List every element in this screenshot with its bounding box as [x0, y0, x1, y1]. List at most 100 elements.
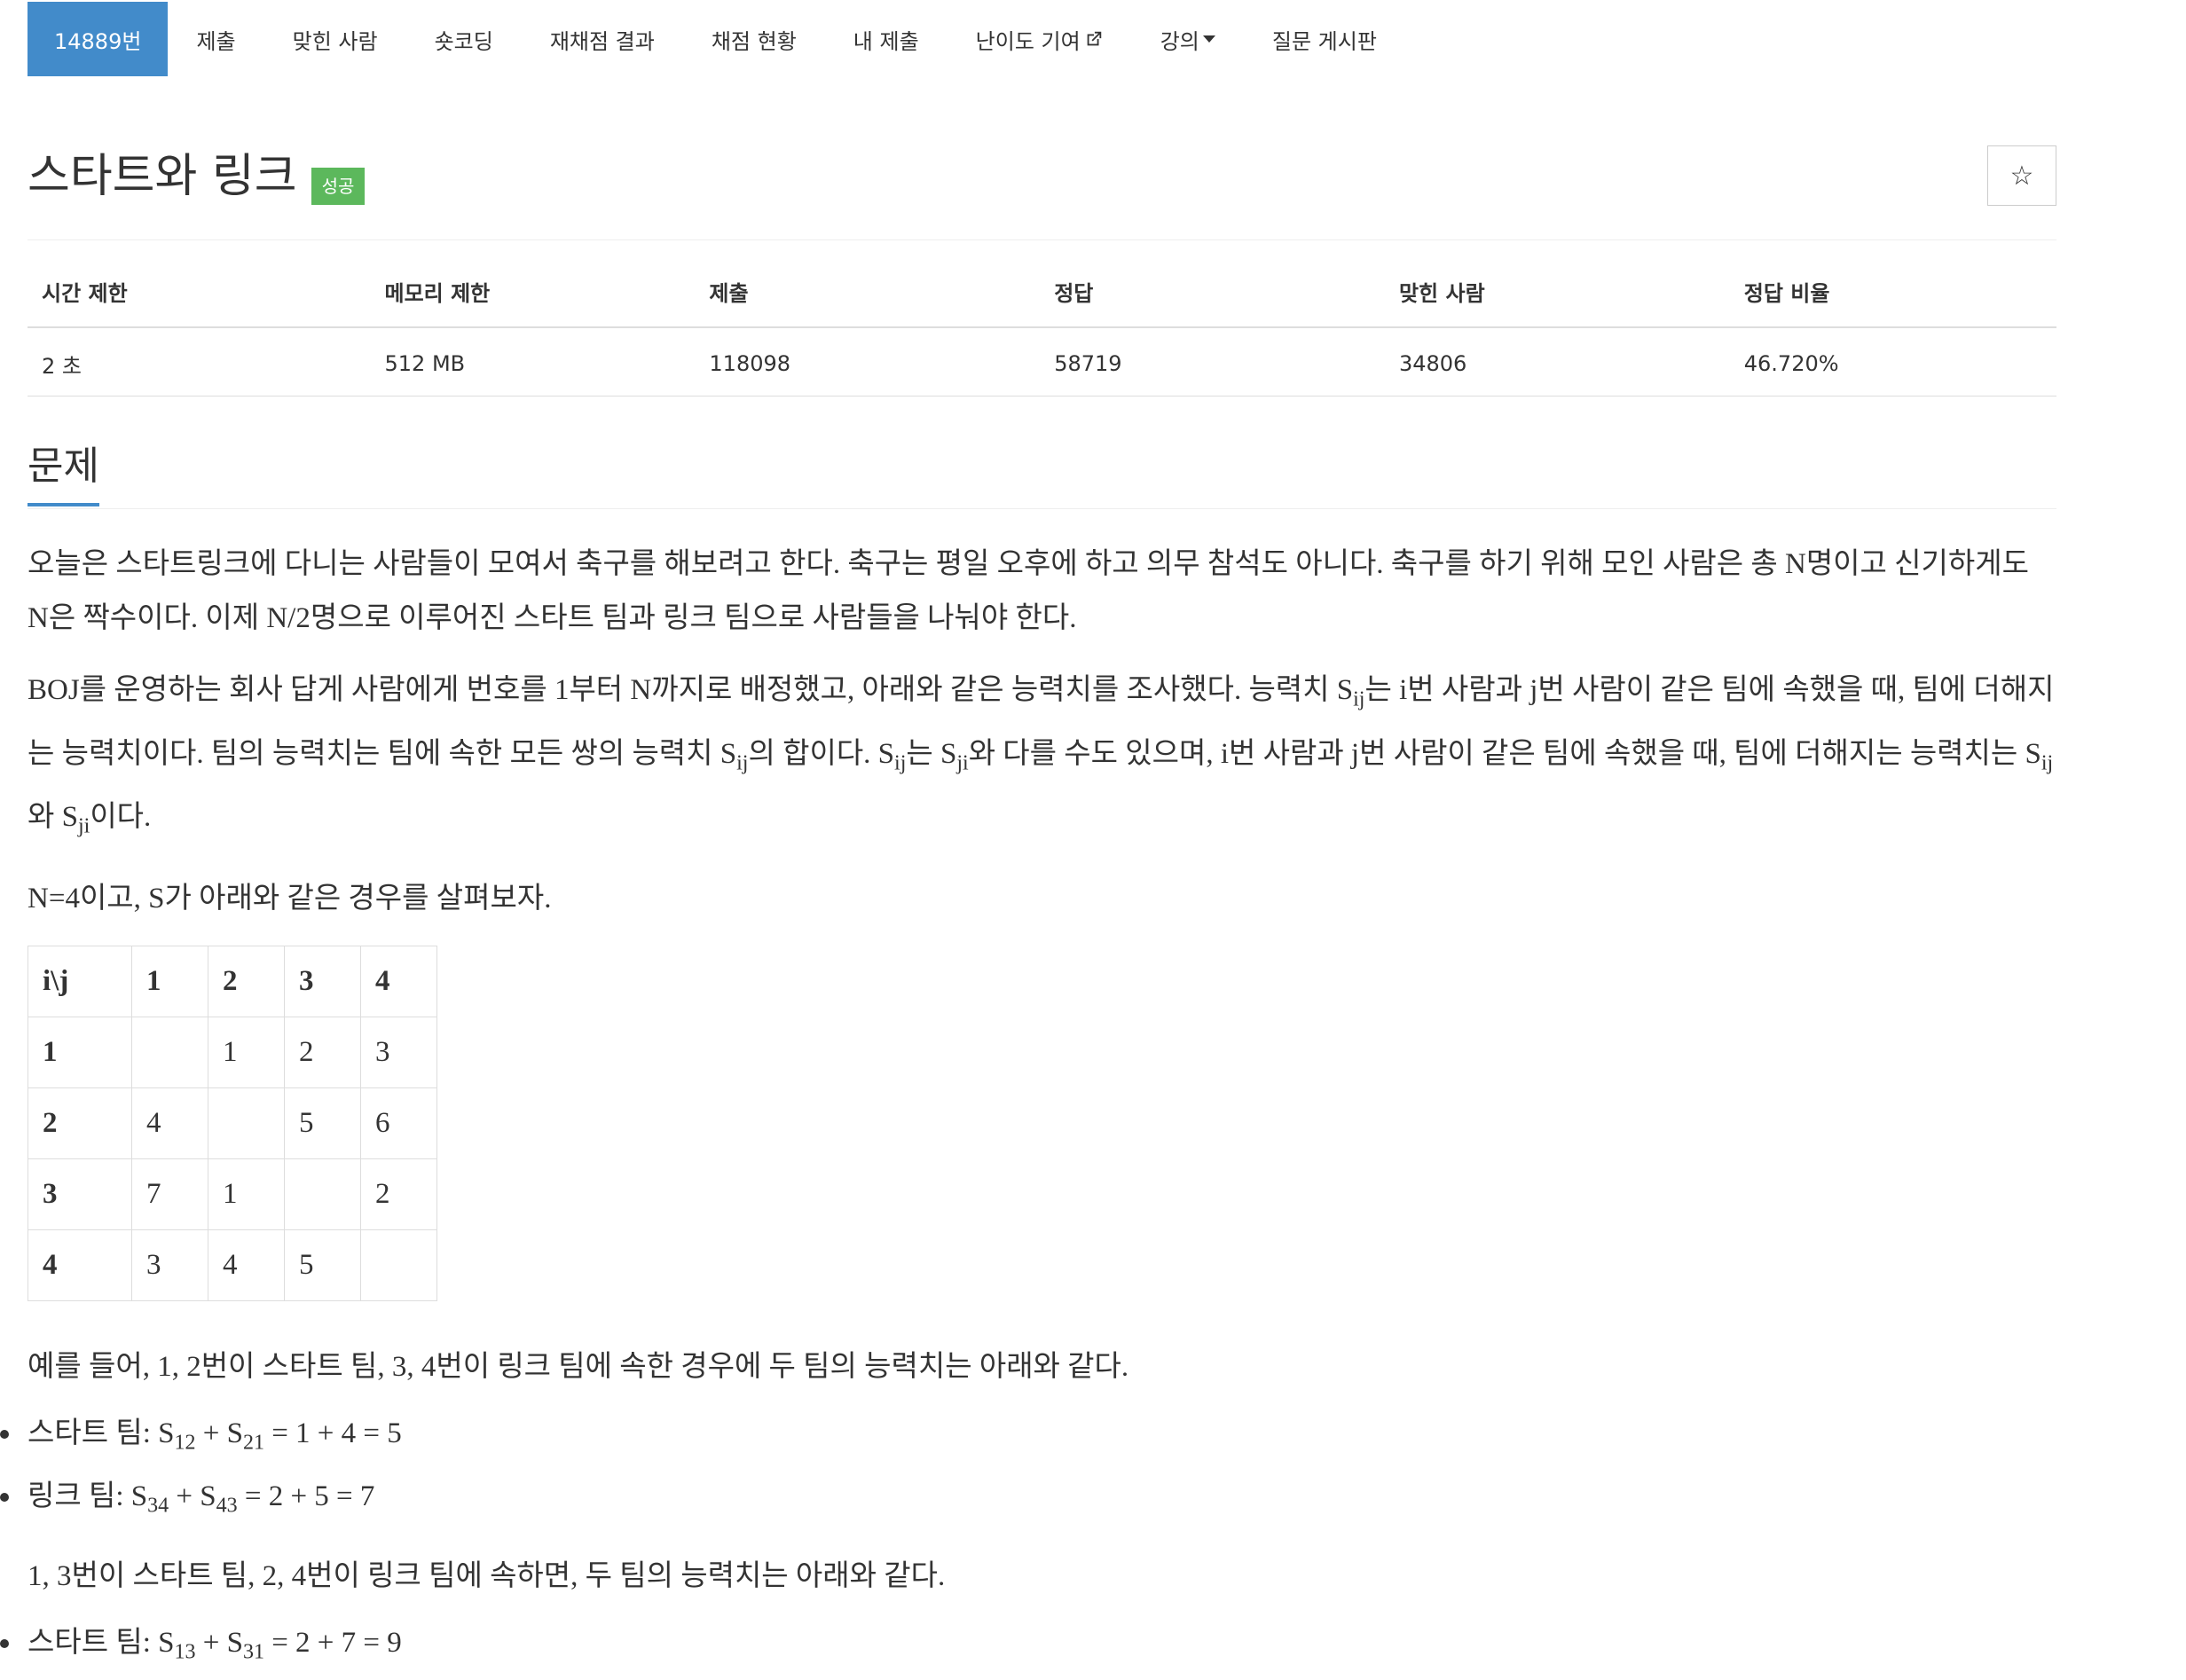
- matrix-row: 2 4 5 6: [28, 1087, 437, 1159]
- sub-ji: ji: [77, 814, 90, 838]
- nav-problem-number[interactable]: 14889번: [28, 2, 169, 76]
- caret-down-icon: [1202, 35, 1215, 43]
- nav-solved-users[interactable]: 맞힌 사람: [264, 2, 406, 76]
- bullet-text: 스타트 팀: S: [28, 1626, 175, 1659]
- nav-judge-status[interactable]: 채점 현황: [683, 2, 825, 76]
- subscript: 21: [242, 1431, 264, 1455]
- problem-header: 스타트와 링크 성공 ☆: [28, 145, 2056, 240]
- subscript: 34: [147, 1494, 169, 1518]
- matrix-cell: 5: [284, 1229, 361, 1301]
- list-item: 스타트 팀: S12 + S21 = 1 + 4 = 5: [0, 1407, 2056, 1471]
- p2-text-c: 의 합이다. S: [748, 737, 895, 770]
- bullet-icon: [0, 1493, 9, 1503]
- problem-paragraph-5: 1, 3번이 스타트 팀, 2, 4번이 링크 팀에 속하면, 두 팀의 능력치…: [28, 1559, 946, 1592]
- problem-title: 스타트와 링크: [28, 150, 297, 203]
- problem-paragraph-2: BOJ를 운영하는 회사 답게 사람에게 번호를 1부터 N까지로 배정했고, …: [28, 663, 2056, 854]
- matrix-cell: 6: [360, 1087, 437, 1159]
- nav-rejudge-results[interactable]: 재채점 결과: [522, 2, 683, 76]
- sub-ij: ij: [736, 751, 749, 775]
- info-accept-ratio: 46.720%: [1729, 327, 2056, 396]
- bullet-icon: [0, 1429, 9, 1439]
- external-link-icon: [1087, 31, 1101, 46]
- info-header-memory-limit: 메모리 제한: [370, 276, 696, 328]
- info-memory-limit: 512 MB: [370, 327, 696, 396]
- p2-text-e: 와 다를 수도 있으며, i번 사람과 j번 사람이 같은 팀에 속했을 때, …: [968, 737, 2041, 770]
- info-value-row: 2 초 512 MB 118098 58719 34806 46.720%: [28, 327, 2056, 396]
- sub-ji: ji: [956, 751, 969, 775]
- matrix-header-row: i\j 1 2 3 4: [28, 945, 437, 1017]
- subscript: 12: [174, 1431, 196, 1455]
- status-badge: 성공: [311, 168, 366, 205]
- p2-text-f: 와 S: [28, 801, 78, 834]
- problem-info-table: 시간 제한 메모리 제한 제출 정답 맞힌 사람 정답 비율 2 초 512 M…: [28, 276, 2056, 396]
- matrix-cell: [208, 1087, 285, 1159]
- bullet-text: = 2 + 5 = 7: [237, 1480, 375, 1513]
- problem-nav: 14889번 제출 맞힌 사람 숏코딩 재채점 결과 채점 현황 내 제출 난이…: [28, 2, 2056, 76]
- sub-ij: ij: [2041, 751, 2054, 775]
- matrix-row: 4 3 4 5: [28, 1229, 437, 1301]
- matrix-row: 1 1 2 3: [28, 1016, 437, 1088]
- info-header-accepted: 정답: [1040, 276, 1385, 328]
- matrix-cell: 1: [208, 1016, 285, 1088]
- bullet-text: = 1 + 4 = 5: [263, 1417, 402, 1449]
- matrix-row-header: 3: [28, 1158, 132, 1230]
- bullet-text: + S: [195, 1417, 243, 1449]
- matrix-cell: 4: [208, 1229, 285, 1301]
- matrix-row-header: 1: [28, 1016, 132, 1088]
- matrix-corner-cell: i\j: [28, 945, 132, 1017]
- bullet-text: + S: [169, 1480, 216, 1513]
- nav-question-board[interactable]: 질문 게시판: [1244, 2, 1405, 76]
- bullet-text: 스타트 팀: S: [28, 1417, 175, 1449]
- ability-matrix-table: i\j 1 2 3 4 1 1 2 3 2 4 5 6 3 7 1 2 4 3 …: [28, 945, 437, 1301]
- matrix-row: 3 7 1 2: [28, 1158, 437, 1230]
- problem-section-header: 문제: [28, 430, 2056, 509]
- matrix-col-header: 2: [208, 945, 285, 1017]
- info-solved-users: 34806: [1384, 327, 1730, 396]
- bullet-text: + S: [195, 1626, 243, 1659]
- info-submissions: 118098: [695, 327, 1041, 396]
- matrix-row-header: 2: [28, 1087, 132, 1159]
- bullet-text: 링크 팀: S: [28, 1480, 148, 1513]
- info-header-accept-ratio: 정답 비율: [1729, 276, 2056, 328]
- sub-ij: ij: [1353, 687, 1365, 711]
- problem-paragraph-3: N=4이고, S가 아래와 같은 경우를 살펴보자.: [28, 882, 552, 915]
- matrix-cell: 3: [131, 1229, 208, 1301]
- p2-text-g: 이다.: [90, 801, 152, 834]
- bullet-text: = 2 + 7 = 9: [263, 1626, 402, 1659]
- nav-difficulty-label: 난이도 기여: [975, 28, 1081, 54]
- matrix-col-header: 4: [360, 945, 437, 1017]
- nav-short-coding[interactable]: 숏코딩: [406, 2, 522, 76]
- nav-submit[interactable]: 제출: [168, 2, 263, 76]
- p2-text-a: BOJ를 운영하는 회사 답게 사람에게 번호를 1부터 N까지로 배정했고, …: [28, 674, 1354, 706]
- matrix-cell: [360, 1229, 437, 1301]
- info-header-row: 시간 제한 메모리 제한 제출 정답 맞힌 사람 정답 비율: [28, 276, 2056, 328]
- nav-lectures-dropdown[interactable]: 강의: [1132, 2, 1244, 76]
- matrix-cell: 5: [284, 1087, 361, 1159]
- matrix-cell: [131, 1016, 208, 1088]
- matrix-row-header: 4: [28, 1229, 132, 1301]
- matrix-col-header: 3: [284, 945, 361, 1017]
- info-header-solved-users: 맞힌 사람: [1384, 276, 1730, 328]
- problem-title-row: 스타트와 링크 성공: [28, 145, 366, 208]
- matrix-cell: 2: [284, 1016, 361, 1088]
- matrix-cell: 3: [360, 1016, 437, 1088]
- nav-lectures-label: 강의: [1160, 28, 1199, 54]
- info-accepted: 58719: [1040, 327, 1385, 396]
- subscript: 13: [174, 1640, 196, 1664]
- sub-ij: ij: [894, 751, 907, 775]
- nav-my-submissions[interactable]: 내 제출: [825, 2, 948, 76]
- matrix-cell: [284, 1158, 361, 1230]
- subscript: 43: [216, 1494, 238, 1518]
- bullet-icon: [0, 1638, 9, 1648]
- favorite-star-button[interactable]: ☆: [1987, 145, 2056, 206]
- problem-page: 14889번 제출 맞힌 사람 숏코딩 재채점 결과 채점 현황 내 제출 난이…: [0, 0, 2056, 1680]
- nav-difficulty-contribution[interactable]: 난이도 기여: [948, 2, 1132, 76]
- problem-description: 오늘은 스타트링크에 다니는 사람들이 모여서 축구를 해보려고 한다. 축구는…: [0, 538, 2056, 1680]
- info-header-time-limit: 시간 제한: [28, 276, 371, 328]
- section-title: 문제: [28, 430, 99, 506]
- matrix-col-header: 1: [131, 945, 208, 1017]
- matrix-cell: 2: [360, 1158, 437, 1230]
- matrix-cell: 1: [208, 1158, 285, 1230]
- problem-paragraph-1: 오늘은 스타트링크에 다니는 사람들이 모여서 축구를 해보려고 한다. 축구는…: [28, 548, 2029, 634]
- matrix-cell: 4: [131, 1087, 208, 1159]
